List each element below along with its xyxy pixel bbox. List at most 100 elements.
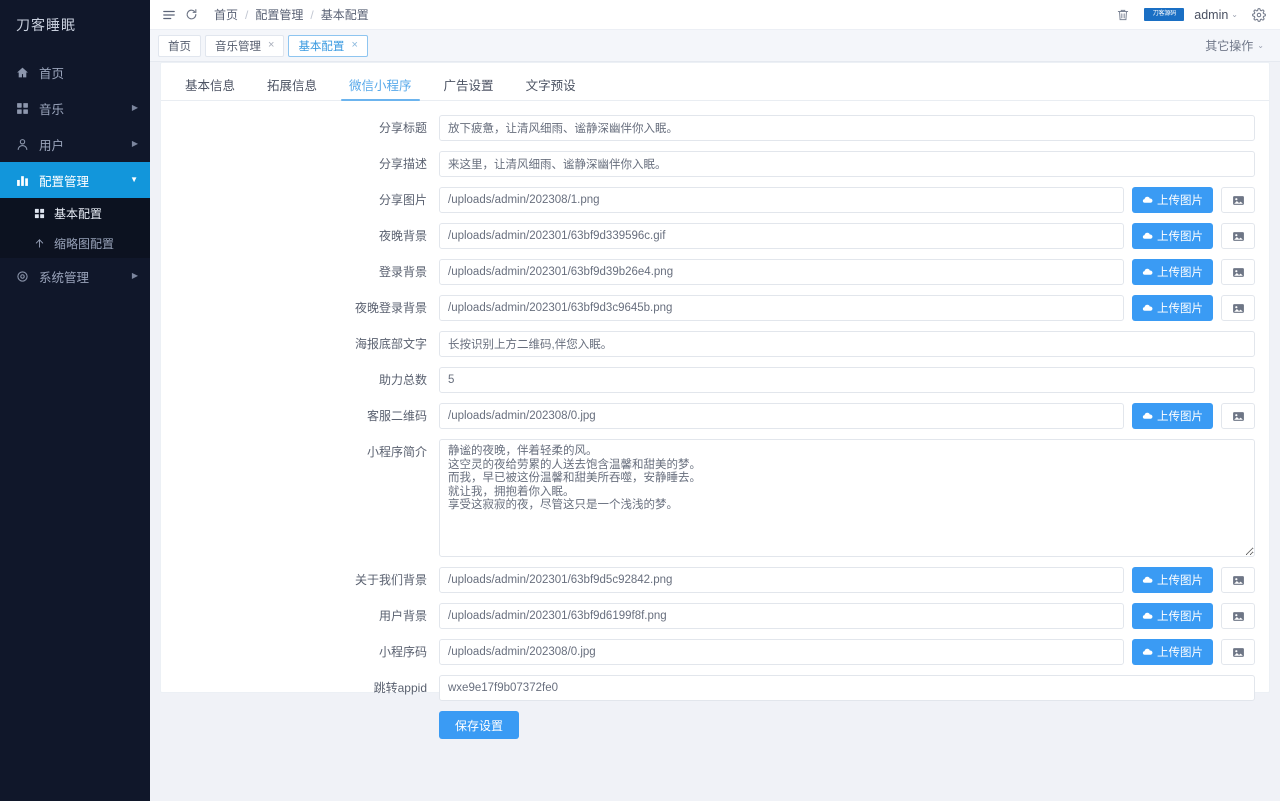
form-row: 小程序简介 xyxy=(161,439,1269,557)
form-row: 关于我们背景 上传图片 xyxy=(161,567,1269,593)
upload-image-button[interactable]: 上传图片 xyxy=(1132,187,1213,213)
cloud-upload-icon xyxy=(1142,303,1153,314)
form-row-actions: 保存设置 xyxy=(161,711,1269,739)
main-area: 首页 / 配置管理 / 基本配置 刀客源码 admin ⌄ 首页 音乐管理 × … xyxy=(150,0,1280,801)
form-row: 跳转appid xyxy=(161,675,1269,701)
login-background-input[interactable] xyxy=(439,259,1124,285)
sidebar-item-users[interactable]: 用户 ▶ xyxy=(0,126,150,162)
form-row: 用户背景 上传图片 xyxy=(161,603,1269,629)
user-name-label: admin xyxy=(1194,7,1229,22)
field-label: 登录背景 xyxy=(378,265,427,279)
sidebar-item-basic-config[interactable]: 基本配置 xyxy=(0,198,150,228)
config-form: 分享标题 分享描述 分享图片 上传图片 xyxy=(161,101,1269,739)
share-desc-input[interactable] xyxy=(439,151,1255,177)
tab-extended-info[interactable]: 拓展信息 xyxy=(251,79,333,101)
about-us-background-input[interactable] xyxy=(439,567,1124,593)
support-qrcode-input[interactable] xyxy=(439,403,1124,429)
user-menu[interactable]: admin ⌄ xyxy=(1194,8,1238,22)
upload-image-button[interactable]: 上传图片 xyxy=(1132,567,1213,593)
close-icon[interactable]: × xyxy=(268,40,274,51)
breadcrumb-item-current: 基本配置 xyxy=(320,8,369,22)
upload-button-label: 上传图片 xyxy=(1157,267,1203,279)
page-tab-home[interactable]: 首页 xyxy=(158,34,201,57)
gear-icon xyxy=(14,268,30,284)
upload-button-label: 上传图片 xyxy=(1157,647,1203,659)
sidebar-subitem-label: 缩略图配置 xyxy=(54,236,115,251)
cloud-upload-icon xyxy=(1142,575,1153,586)
form-row: 分享标题 xyxy=(161,115,1269,141)
night-background-input[interactable] xyxy=(439,223,1124,249)
share-image-input[interactable] xyxy=(439,187,1124,213)
image-icon xyxy=(1232,574,1245,587)
image-picker-button[interactable] xyxy=(1221,603,1255,629)
image-picker-button[interactable] xyxy=(1221,639,1255,665)
field-label: 夜晚背景 xyxy=(378,229,427,243)
sidebar-item-music[interactable]: 音乐 ▶ xyxy=(0,90,150,126)
field-label: 分享描述 xyxy=(378,157,427,171)
upload-image-button[interactable]: 上传图片 xyxy=(1132,603,1213,629)
cloud-upload-icon xyxy=(1142,195,1153,206)
other-operations-menu[interactable]: 其它操作 ⌄ xyxy=(1205,37,1264,54)
upload-image-button[interactable]: 上传图片 xyxy=(1132,639,1213,665)
upload-button-label: 上传图片 xyxy=(1157,195,1203,207)
sidebar-item-label: 音乐 xyxy=(39,102,65,117)
sidebar-subnav: 基本配置 缩略图配置 xyxy=(0,198,150,258)
page-tab-basic-config[interactable]: 基本配置 × xyxy=(288,34,368,57)
field-label: 关于我们背景 xyxy=(354,573,427,587)
jump-appid-input[interactable] xyxy=(439,675,1255,701)
poster-footer-text-input[interactable] xyxy=(439,331,1255,357)
user-background-input[interactable] xyxy=(439,603,1124,629)
boost-total-input[interactable] xyxy=(439,367,1255,393)
form-row: 分享描述 xyxy=(161,151,1269,177)
close-icon[interactable]: × xyxy=(351,40,357,51)
topbar-actions: 刀客源码 admin ⌄ xyxy=(1112,4,1270,26)
page-tabstrip: 首页 音乐管理 × 基本配置 × 其它操作 ⌄ xyxy=(150,30,1280,62)
upload-image-button[interactable]: 上传图片 xyxy=(1132,295,1213,321)
breadcrumb-item-config[interactable]: 配置管理 xyxy=(255,6,303,23)
list-icon[interactable] xyxy=(158,4,180,26)
cloud-upload-icon xyxy=(1142,611,1153,622)
upload-button-label: 上传图片 xyxy=(1157,231,1203,243)
field-label: 跳转appid xyxy=(373,681,427,695)
night-login-background-input[interactable] xyxy=(439,295,1124,321)
miniprogram-code-input[interactable] xyxy=(439,639,1124,665)
upload-image-button[interactable]: 上传图片 xyxy=(1132,403,1213,429)
image-icon xyxy=(1232,646,1245,659)
trash-icon[interactable] xyxy=(1112,4,1134,26)
page-tab-music-admin[interactable]: 音乐管理 × xyxy=(205,34,285,57)
sidebar-item-home[interactable]: 首页 xyxy=(0,54,150,90)
gear-icon[interactable] xyxy=(1248,4,1270,26)
share-title-input[interactable] xyxy=(439,115,1255,141)
cloud-upload-icon xyxy=(1142,647,1153,658)
field-label: 客服二维码 xyxy=(366,409,427,423)
grid-icon xyxy=(14,100,30,116)
image-picker-button[interactable] xyxy=(1221,295,1255,321)
tab-wechat-miniprogram[interactable]: 微信小程序 xyxy=(333,79,428,101)
user-icon xyxy=(14,136,30,152)
image-picker-button[interactable] xyxy=(1221,187,1255,213)
sidebar-item-config[interactable]: 配置管理 ▼ xyxy=(0,162,150,198)
sidebar-item-system[interactable]: 系统管理 ▶ xyxy=(0,258,150,294)
upload-button-label: 上传图片 xyxy=(1157,575,1203,587)
upload-button-label: 上传图片 xyxy=(1157,411,1203,423)
tab-text-presets[interactable]: 文字预设 xyxy=(510,79,592,101)
breadcrumb-item-home[interactable]: 首页 xyxy=(214,6,238,23)
image-picker-button[interactable] xyxy=(1221,403,1255,429)
sidebar-item-thumbnail-config[interactable]: 缩略图配置 xyxy=(0,228,150,258)
image-picker-button[interactable] xyxy=(1221,223,1255,249)
save-settings-button[interactable]: 保存设置 xyxy=(439,711,520,739)
grid-icon xyxy=(32,206,46,220)
tab-basic-info[interactable]: 基本信息 xyxy=(169,79,251,101)
page-tab-label: 基本配置 xyxy=(298,40,345,53)
form-row: 登录背景 上传图片 xyxy=(161,259,1269,285)
image-picker-button[interactable] xyxy=(1221,567,1255,593)
tab-ad-settings[interactable]: 广告设置 xyxy=(428,79,510,101)
field-label: 夜晚登录背景 xyxy=(354,301,427,315)
upload-image-button[interactable]: 上传图片 xyxy=(1132,223,1213,249)
sidebar-item-label: 首页 xyxy=(39,66,65,81)
miniprogram-intro-textarea[interactable] xyxy=(439,439,1255,557)
refresh-icon[interactable] xyxy=(180,4,202,26)
image-picker-button[interactable] xyxy=(1221,259,1255,285)
upload-image-button[interactable]: 上传图片 xyxy=(1132,259,1213,285)
sidebar-item-label: 配置管理 xyxy=(39,174,90,189)
